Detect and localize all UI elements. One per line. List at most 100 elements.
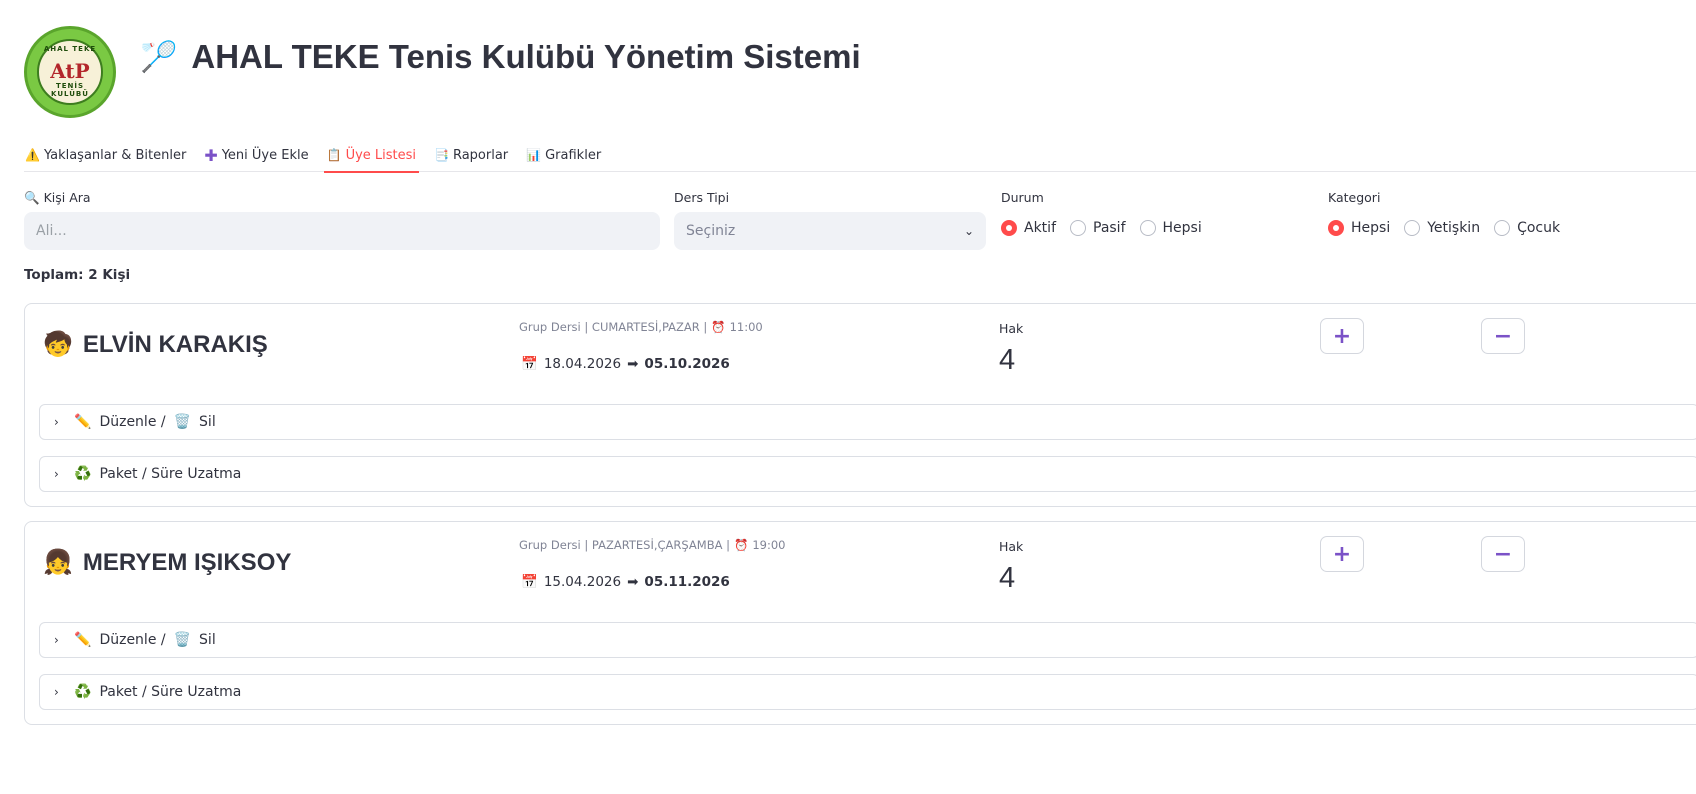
tab-label: Üye Listesi [345, 147, 417, 163]
kategori-radio-hepsi[interactable]: Hepsi [1328, 220, 1390, 236]
package-extend-expander[interactable]: › ♻️ Paket / Süre Uzatma [39, 456, 1696, 492]
radio-indicator [1494, 220, 1511, 236]
tab-add-member[interactable]: ✚ Yeni Üye Ekle [203, 138, 309, 172]
recycle-icon: ♻️ [74, 466, 92, 482]
durum-radio-aktif[interactable]: Aktif [1001, 220, 1056, 236]
member-name: 🧒 ELVİN KARAKIŞ [43, 330, 268, 359]
lesson-time: 11:00 [729, 320, 763, 334]
durum-radio-pasif[interactable]: Pasif [1070, 220, 1126, 236]
durum-label: Durum [1001, 190, 1044, 205]
radio-label: Çocuk [1517, 220, 1561, 236]
tab-label: Yaklaşanlar & Bitenler [43, 147, 187, 163]
member-name-text: ELVİN KARAKIŞ [82, 330, 268, 358]
lesson-info-text: Grup Dersi | CUMARTESİ,PAZAR | [519, 320, 708, 334]
search-icon: 🔍 [24, 190, 40, 205]
calendar-icon: 📅 [521, 574, 538, 590]
radio-label: Yetişkin [1427, 220, 1481, 236]
member-dates: 📅 18.04.2026 ➡ 05.10.2026 [521, 356, 730, 372]
logo-ring: AHAL TEKE AtP TENİS KULÜBÜ [37, 39, 103, 105]
package-label: Paket / Süre Uzatma [99, 466, 242, 482]
tab-reports[interactable]: 📑 Raporlar [433, 138, 509, 172]
club-logo: AHAL TEKE AtP TENİS KULÜBÜ [24, 26, 116, 118]
package-label: Paket / Süre Uzatma [99, 684, 242, 700]
clipboard-icon: 📋 [326, 148, 342, 162]
page-title: AHAL TEKE Tenis Kulübü Yönetim Sistemi [191, 38, 861, 75]
recycle-icon: ♻️ [74, 684, 92, 700]
tab-label: Raporlar [452, 147, 509, 163]
member-card: 🧒 ELVİN KARAKIŞ Grup Dersi | CUMARTESİ,P… [24, 303, 1696, 507]
tab-upcoming[interactable]: ⚠️ Yaklaşanlar & Bitenler [24, 138, 187, 172]
durum-radio-hepsi[interactable]: Hepsi [1139, 220, 1202, 236]
radio-indicator [1404, 220, 1421, 236]
plus-icon: ✚ [204, 145, 218, 165]
tab-member-list[interactable]: 📋 Üye Listesi [323, 138, 420, 173]
member-lesson-info: Grup Dersi | CUMARTESİ,PAZAR | ⏰ 11:00 [519, 320, 763, 334]
edit-label: Düzenle / [99, 414, 166, 430]
page-header: 🏸 AHAL TEKE Tenis Kulübü Yönetim Sistemi [140, 38, 861, 76]
pencil-icon: ✏️ [74, 414, 92, 430]
edit-delete-expander[interactable]: › ✏️ Düzenle / 🗑️ Sil [39, 622, 1696, 658]
plus-icon: + [1332, 323, 1352, 349]
hak-label: Hak [999, 539, 1024, 554]
durum-radio-group: Aktif Pasif Hepsi [1001, 220, 1202, 236]
increment-hak-button[interactable]: + [1320, 536, 1364, 572]
kategori-radio-cocuk[interactable]: Çocuk [1494, 220, 1560, 236]
calendar-icon: 📅 [521, 356, 538, 372]
minus-icon: − [1493, 541, 1513, 567]
warning-icon: ⚠️ [25, 148, 40, 162]
lesson-info-text: Grup Dersi | PAZARTESİ,ÇARŞAMBA | [519, 538, 730, 552]
edit-label: Düzenle / [99, 632, 166, 648]
kategori-radio-yetiskin[interactable]: Yetişkin [1404, 220, 1480, 236]
logo-monogram: AtP [50, 59, 90, 83]
kategori-radio-group: Hepsi Yetişkin Çocuk [1328, 220, 1560, 236]
hak-label: Hak [999, 321, 1024, 336]
decrement-hak-button[interactable]: − [1481, 318, 1525, 354]
chart-icon: 📊 [526, 148, 542, 162]
search-label: 🔍 Kişi Ara [24, 190, 91, 206]
minus-icon: − [1493, 323, 1513, 349]
increment-hak-button[interactable]: + [1320, 318, 1364, 354]
member-lesson-info: Grup Dersi | PAZARTESİ,ÇARŞAMBA | ⏰ 19:0… [519, 538, 785, 552]
logo-top-text: AHAL TEKE [43, 45, 97, 53]
ders-tipi-value: Seçiniz [686, 223, 736, 239]
edit-delete-expander[interactable]: › ✏️ Düzenle / 🗑️ Sil [39, 404, 1696, 440]
tab-charts[interactable]: 📊 Grafikler [525, 138, 602, 172]
chevron-right-icon: › [54, 467, 59, 481]
tab-label: Yeni Üye Ekle [221, 147, 309, 163]
radio-selected-indicator [1001, 220, 1017, 236]
radio-indicator [1070, 220, 1086, 236]
delete-label: Sil [199, 632, 216, 648]
search-label-text: Kişi Ara [43, 190, 91, 205]
chevron-down-icon: ⌄ [963, 224, 974, 238]
member-name-text: MERYEM IŞIKSOY [82, 548, 292, 576]
start-date: 15.04.2026 [543, 574, 622, 590]
end-date: 05.10.2026 [644, 356, 730, 372]
member-card: 👧 MERYEM IŞIKSOY Grup Dersi | PAZARTESİ,… [24, 521, 1696, 725]
radio-indicator [1139, 220, 1156, 236]
chevron-right-icon: › [54, 685, 59, 699]
girl-avatar-icon: 👧 [43, 549, 73, 576]
kategori-label: Kategori [1328, 190, 1381, 205]
radio-label: Aktif [1024, 220, 1056, 236]
logo-bottom-text: TENİS KULÜBÜ [51, 82, 89, 98]
tab-bar: ⚠️ Yaklaşanlar & Bitenler ✚ Yeni Üye Ekl… [24, 138, 1696, 173]
tennis-racket-icon: 🏸 [140, 39, 178, 75]
chevron-right-icon: › [54, 415, 59, 429]
hak-value: 4 [999, 344, 1016, 376]
delete-label: Sil [199, 414, 216, 430]
member-dates: 📅 15.04.2026 ➡ 05.11.2026 [521, 574, 730, 590]
chevron-right-icon: › [54, 633, 59, 647]
package-extend-expander[interactable]: › ♻️ Paket / Süre Uzatma [39, 674, 1696, 710]
search-input[interactable] [24, 212, 660, 250]
start-date: 18.04.2026 [543, 356, 622, 372]
radio-selected-indicator [1328, 220, 1344, 236]
plus-icon: + [1332, 541, 1352, 567]
radio-label: Hepsi [1162, 220, 1202, 236]
tab-label: Grafikler [545, 147, 602, 163]
arrow-right-icon: ➡ [627, 574, 639, 590]
decrement-hak-button[interactable]: − [1481, 536, 1525, 572]
ders-tipi-select[interactable]: Seçiniz ⌄ [674, 212, 986, 250]
trash-icon: 🗑️ [173, 632, 192, 648]
radio-label: Pasif [1093, 220, 1126, 236]
report-icon: 📑 [434, 148, 449, 162]
